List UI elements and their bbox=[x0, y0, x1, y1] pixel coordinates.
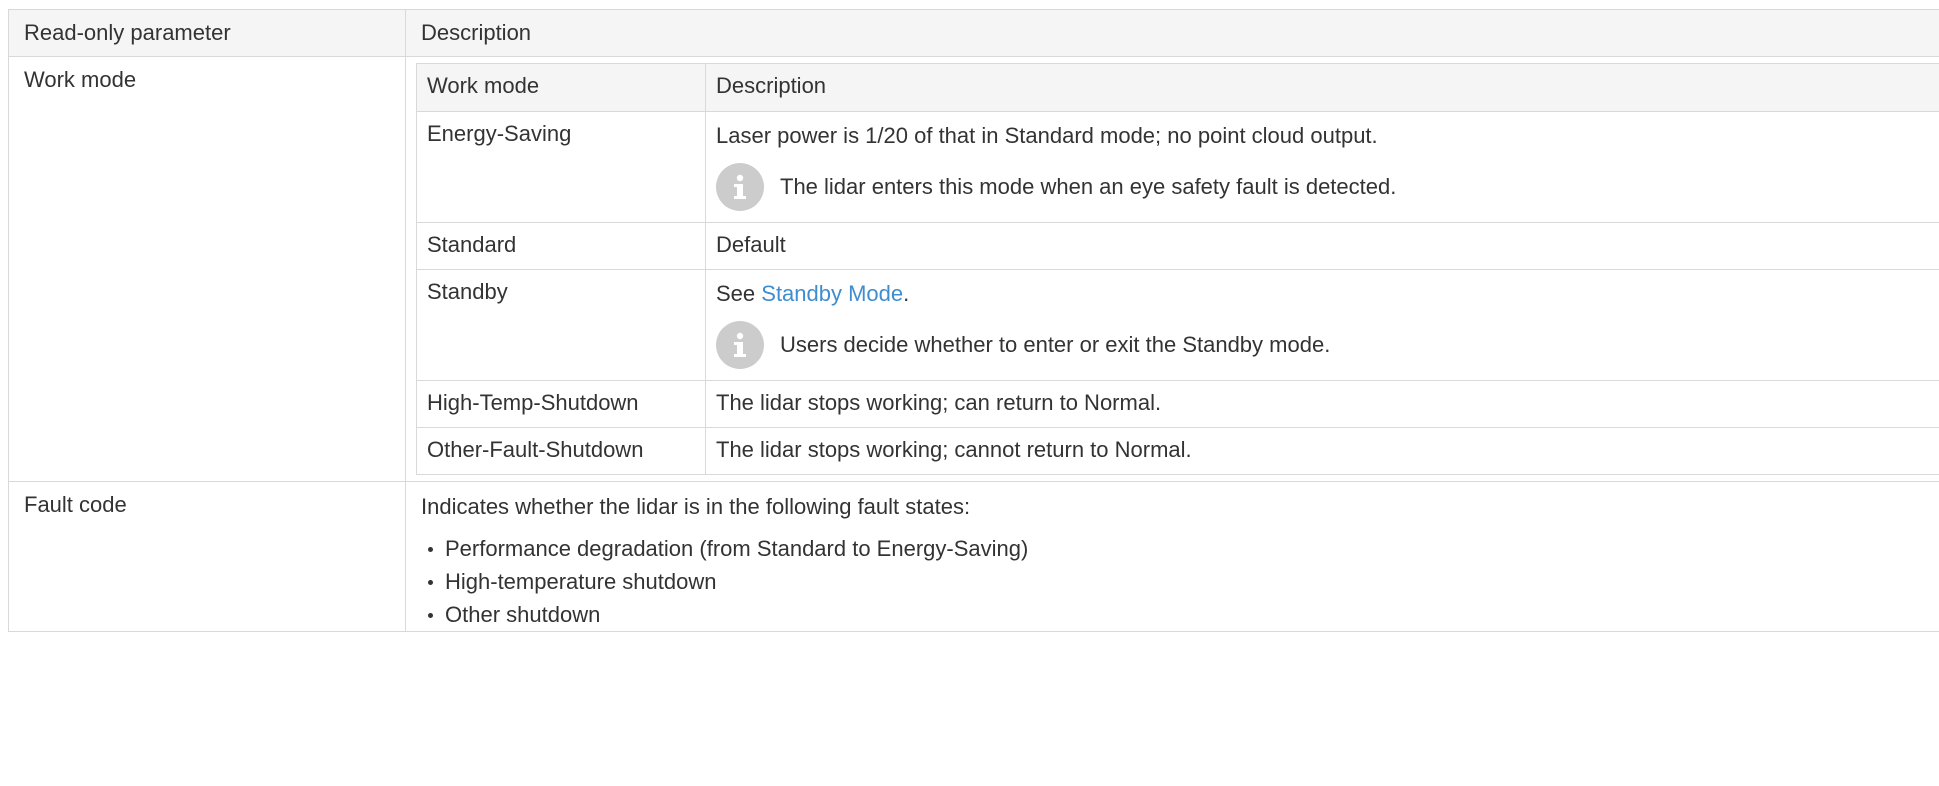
table-row-energy-saving: Energy-Saving Laser power is 1/20 of tha… bbox=[416, 111, 1939, 223]
table-row-standby: Standby See Standby Mode. Users decide w… bbox=[416, 269, 1939, 381]
list-item: High-temperature shutdown bbox=[428, 565, 1939, 598]
description-text: See Standby Mode. bbox=[716, 279, 1939, 309]
param-work-mode: Work mode bbox=[8, 56, 406, 482]
table-header-row: Read-only parameter Description bbox=[8, 9, 1939, 57]
list-item: Other shutdown bbox=[428, 598, 1939, 631]
description-prefix: See bbox=[716, 281, 762, 306]
mode-name: Other-Fault-Shutdown bbox=[416, 427, 706, 475]
header-mode-description: Description bbox=[705, 63, 1939, 112]
description-text: Laser power is 1/20 of that in Standard … bbox=[716, 123, 1378, 148]
table-row-standard: Standard Default bbox=[416, 222, 1939, 270]
info-note: Users decide whether to enter or exit th… bbox=[716, 320, 1939, 370]
mode-description: See Standby Mode. Users decide whether t… bbox=[705, 269, 1939, 381]
fault-states-list: Performance degradation (from Standard t… bbox=[421, 532, 1939, 631]
table-row-fault-code: Fault code Indicates whether the lidar i… bbox=[8, 481, 1939, 632]
mode-description: The lidar stops working; cannot return t… bbox=[705, 427, 1939, 475]
mode-name: High-Temp-Shutdown bbox=[416, 380, 706, 428]
mode-name: Standby bbox=[416, 269, 706, 381]
read-only-parameters-table: Read-only parameter Description Work mod… bbox=[8, 9, 1939, 632]
mode-name: Standard bbox=[416, 222, 706, 270]
fault-code-description-cell: Indicates whether the lidar is in the fo… bbox=[405, 481, 1939, 632]
mode-description: Default bbox=[705, 222, 1939, 270]
info-note: The lidar enters this mode when an eye s… bbox=[716, 162, 1939, 212]
header-work-mode: Work mode bbox=[416, 63, 706, 112]
table-row-other-fault-shutdown: Other-Fault-Shutdown The lidar stops wor… bbox=[416, 427, 1939, 475]
page: Read-only parameter Description Work mod… bbox=[0, 0, 1939, 786]
mode-name: Energy-Saving bbox=[416, 111, 706, 223]
work-mode-table: Work mode Description Energy-Saving Lase… bbox=[416, 63, 1939, 475]
info-icon bbox=[716, 163, 764, 211]
table-row-work-mode: Work mode Work mode Description Energy-S… bbox=[8, 56, 1939, 482]
fault-code-intro: Indicates whether the lidar is in the fo… bbox=[421, 494, 971, 519]
work-mode-description-cell: Work mode Description Energy-Saving Lase… bbox=[405, 56, 1939, 482]
mode-description: Laser power is 1/20 of that in Standard … bbox=[705, 111, 1939, 223]
header-description: Description bbox=[405, 9, 1939, 57]
list-item: Performance degradation (from Standard t… bbox=[428, 532, 1939, 565]
work-mode-header-row: Work mode Description bbox=[416, 63, 1939, 112]
param-fault-code: Fault code bbox=[8, 481, 406, 632]
info-note-text: The lidar enters this mode when an eye s… bbox=[780, 174, 1397, 199]
header-read-only-parameter: Read-only parameter bbox=[8, 9, 406, 57]
mode-description: The lidar stops working; can return to N… bbox=[705, 380, 1939, 428]
standby-mode-link[interactable]: Standby Mode bbox=[761, 281, 903, 306]
info-icon bbox=[716, 321, 764, 369]
info-note-text: Users decide whether to enter or exit th… bbox=[780, 332, 1331, 357]
description-suffix: . bbox=[903, 281, 910, 306]
table-row-high-temp-shutdown: High-Temp-Shutdown The lidar stops worki… bbox=[416, 380, 1939, 428]
